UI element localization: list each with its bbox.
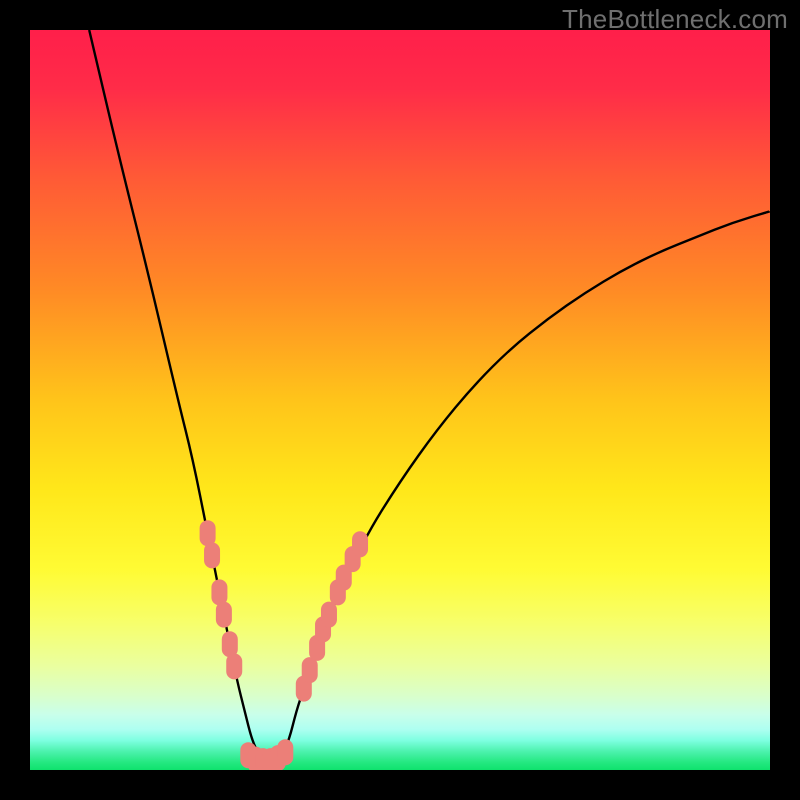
marker-point: [277, 739, 293, 765]
chart-svg: [30, 30, 770, 770]
marker-point: [226, 653, 242, 679]
marker-point: [200, 520, 216, 546]
marker-point: [352, 531, 368, 557]
marker-point: [211, 579, 227, 605]
marker-point: [222, 631, 238, 657]
plot-area: [30, 30, 770, 770]
gradient-bg: [30, 30, 770, 770]
marker-point: [216, 602, 232, 628]
marker-point: [302, 657, 318, 683]
marker-point: [321, 602, 337, 628]
chart-frame: TheBottleneck.com: [0, 0, 800, 800]
marker-point: [204, 542, 220, 568]
